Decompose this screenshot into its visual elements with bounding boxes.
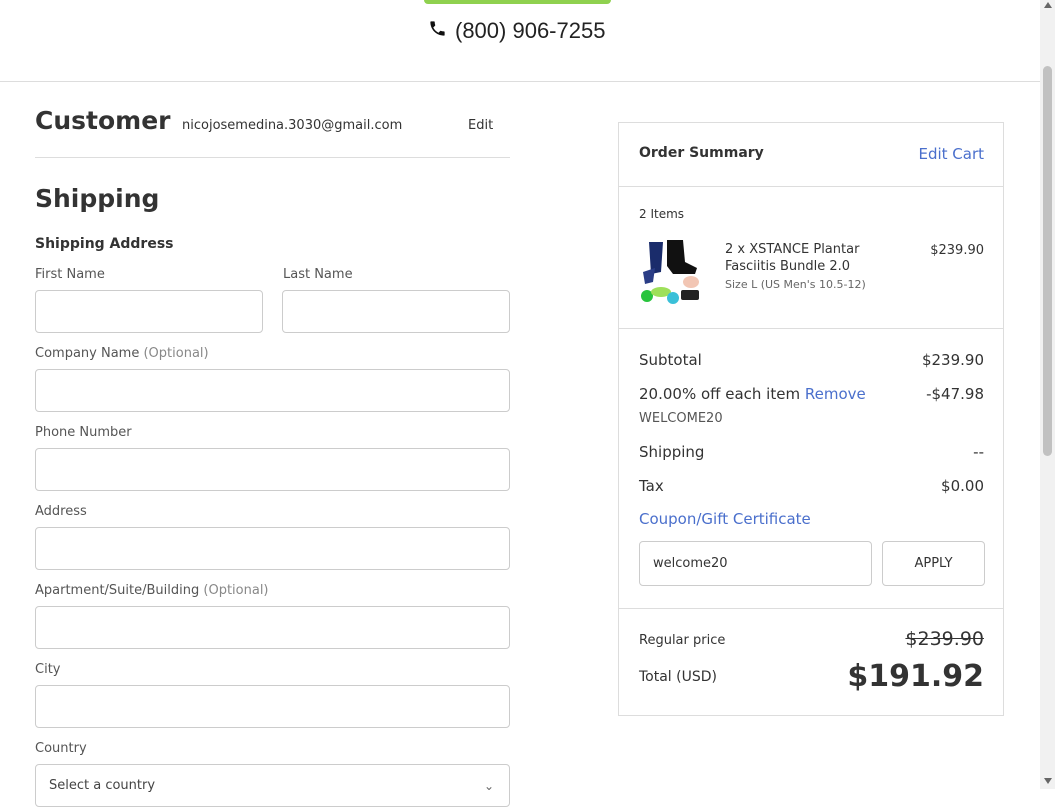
order-summary-header: Order Summary Edit Cart: [619, 123, 1003, 187]
regular-price-label: Regular price: [639, 633, 726, 648]
customer-edit-button[interactable]: Edit: [468, 118, 493, 133]
divider: [619, 608, 1003, 609]
coupon-input[interactable]: welcome20: [639, 541, 872, 586]
last-name-label: Last Name: [283, 267, 353, 282]
discount-label-text: 20.00% off each item: [639, 385, 801, 403]
shipping-label: Shipping: [639, 443, 705, 461]
company-label: Company Name (Optional): [35, 346, 209, 361]
apartment-label: Apartment/Suite/Building (Optional): [35, 583, 269, 598]
product-size: Size L (US Men's 10.5-12): [725, 278, 866, 291]
apartment-label-text: Apartment/Suite/Building: [35, 583, 200, 598]
order-summary: Order Summary Edit Cart 2 Items 2 x XSTA…: [618, 122, 1004, 716]
total-label: Total (USD): [639, 669, 717, 685]
page-header: (800) 906-7255: [0, 0, 1040, 82]
country-select-value: Select a country: [49, 778, 156, 793]
order-summary-title: Order Summary: [639, 145, 764, 161]
phone-input[interactable]: [35, 448, 510, 491]
product-price: $239.90: [930, 243, 984, 258]
checkout-form: Customer nicojosemedina.3030@gmail.com E…: [35, 100, 510, 807]
discount-code: WELCOME20: [639, 411, 723, 426]
tax-label: Tax: [639, 477, 664, 495]
coupon-link[interactable]: Coupon/Gift Certificate: [639, 510, 811, 528]
customer-title: Customer: [35, 106, 171, 135]
discount-value: -$47.98: [926, 385, 984, 403]
tax-value: $0.00: [941, 477, 984, 495]
shipping-title: Shipping: [35, 184, 160, 213]
address-label: Address: [35, 504, 87, 519]
company-input[interactable]: [35, 369, 510, 412]
shipping-address-title: Shipping Address: [35, 236, 174, 252]
phone-label: Phone Number: [35, 425, 132, 440]
address-input[interactable]: [35, 527, 510, 570]
customer-email: nicojosemedina.3030@gmail.com: [182, 118, 403, 133]
edit-cart-link[interactable]: Edit Cart: [918, 145, 984, 163]
product-image: [639, 238, 703, 306]
product-name: 2 x XSTANCE Plantar Fasciitis Bundle 2.0: [725, 242, 860, 274]
phone-icon: [428, 18, 447, 44]
items-count: 2 Items: [639, 207, 685, 221]
phone-link[interactable]: (800) 906-7255: [428, 18, 605, 44]
company-optional: (Optional): [143, 346, 209, 361]
apartment-input[interactable]: [35, 606, 510, 649]
country-label: Country: [35, 741, 87, 756]
subtotal-label: Subtotal: [639, 351, 702, 369]
city-label: City: [35, 662, 61, 677]
last-name-input[interactable]: [282, 290, 510, 333]
phone-number: (800) 906-7255: [455, 18, 606, 43]
shipping-value: --: [973, 443, 984, 461]
country-select[interactable]: Select a country ⌄: [35, 764, 510, 807]
scrollbar-thumb[interactable]: [1043, 66, 1052, 456]
remove-discount-link[interactable]: Remove: [805, 385, 866, 403]
scroll-down-arrow[interactable]: [1044, 778, 1052, 784]
logo-strip: [424, 0, 611, 4]
chevron-down-icon: ⌄: [483, 779, 494, 793]
customer-section: Customer nicojosemedina.3030@gmail.com E…: [35, 100, 510, 158]
coupon-input-value: welcome20: [653, 556, 728, 571]
divider: [619, 328, 1003, 329]
subtotal-value: $239.90: [921, 351, 984, 369]
first-name-label: First Name: [35, 267, 105, 282]
company-label-text: Company Name: [35, 346, 140, 361]
discount-label: 20.00% off each item Remove: [639, 385, 866, 403]
apartment-optional: (Optional): [203, 583, 269, 598]
city-input[interactable]: [35, 685, 510, 728]
apply-button[interactable]: APPLY: [882, 541, 985, 586]
first-name-input[interactable]: [35, 290, 263, 333]
regular-price-value: $239.90: [905, 628, 984, 650]
scroll-up-arrow[interactable]: [1044, 2, 1052, 8]
total-value: $191.92: [847, 659, 984, 694]
